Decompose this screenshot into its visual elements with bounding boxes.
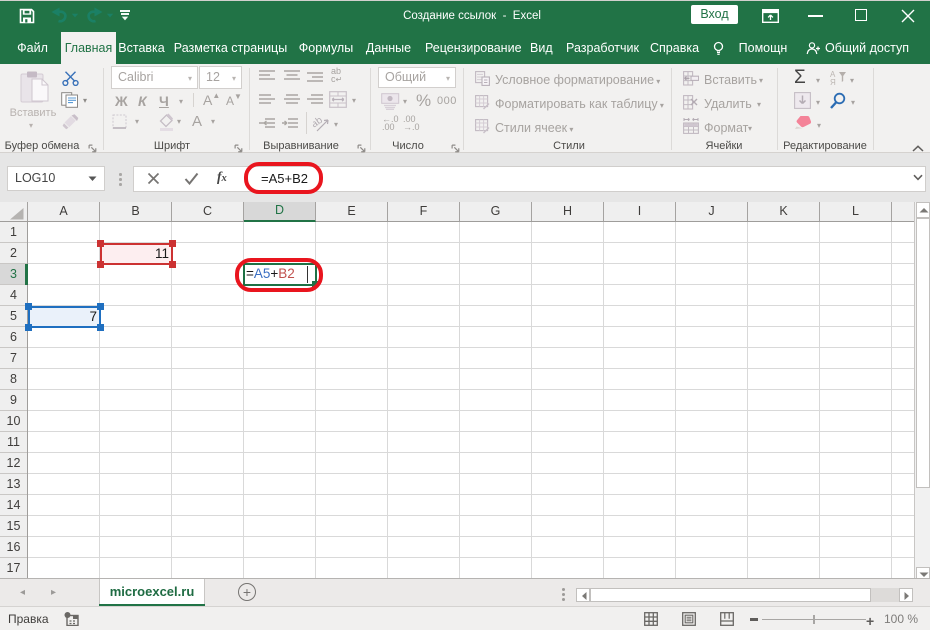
svg-text:Я: Я	[830, 78, 836, 86]
svg-text:ab: ab	[313, 115, 325, 130]
